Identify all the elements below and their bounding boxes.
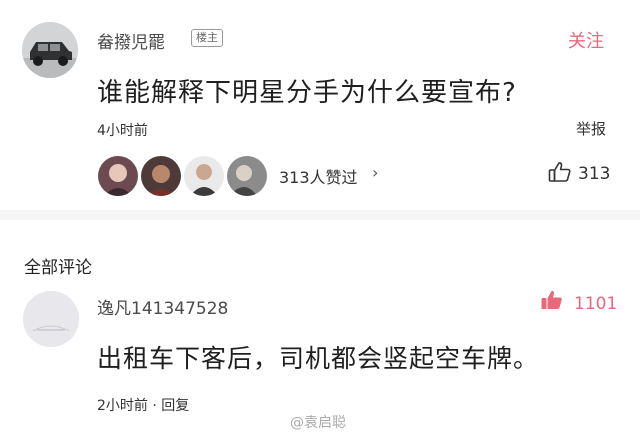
- liker-avatar[interactable]: [182, 154, 226, 198]
- post-question: 谁能解释下明星分手为什么要宣布?: [97, 78, 517, 108]
- meta-separator: ·: [152, 398, 162, 414]
- author-username[interactable]: 畚撥児罷: [97, 28, 165, 53]
- liker-avatar-image: [98, 156, 138, 196]
- post-timestamp: 4小时前: [97, 123, 148, 139]
- thumbs-up-filled-icon[interactable]: [540, 289, 564, 315]
- reply-button[interactable]: 回复: [161, 398, 189, 414]
- thumbs-up-outline-svg: [548, 162, 571, 182]
- likes-summary[interactable]: 313人赞过: [279, 164, 358, 188]
- section-divider: [0, 210, 640, 220]
- liker-avatar-image: [141, 156, 181, 196]
- all-comments-heading: 全部评论: [24, 258, 92, 278]
- comment-text: 出租车下客后，司机都会竖起空车牌。: [97, 344, 540, 373]
- op-badge: 楼主: [191, 29, 223, 47]
- car-avatar-image: [22, 22, 78, 78]
- liker-avatar[interactable]: [96, 154, 140, 198]
- commenter-avatar-image: [23, 291, 79, 347]
- comment-timestamp: 2小时前: [97, 398, 148, 414]
- thumbs-up-filled-svg: [541, 290, 562, 309]
- liker-avatar[interactable]: [225, 154, 269, 198]
- post-like-count: 313: [578, 164, 611, 184]
- chevron-right-icon[interactable]: ›: [372, 163, 378, 182]
- liker-avatar[interactable]: [139, 154, 183, 198]
- author-avatar[interactable]: [22, 22, 78, 78]
- liker-avatar-image: [227, 156, 267, 196]
- commenter-avatar[interactable]: [23, 291, 79, 347]
- weibo-watermark: @袁启聪: [290, 415, 346, 431]
- report-button[interactable]: 举报: [576, 118, 606, 139]
- follow-button[interactable]: 关注: [568, 27, 604, 53]
- comment-meta: 2小时前 · 回复: [97, 395, 189, 415]
- commenter-username[interactable]: 逸凡141347528: [97, 294, 228, 319]
- comment-like-count: 1101: [574, 294, 618, 314]
- thumbs-up-icon[interactable]: [548, 161, 572, 187]
- liker-avatar-image: [184, 156, 224, 196]
